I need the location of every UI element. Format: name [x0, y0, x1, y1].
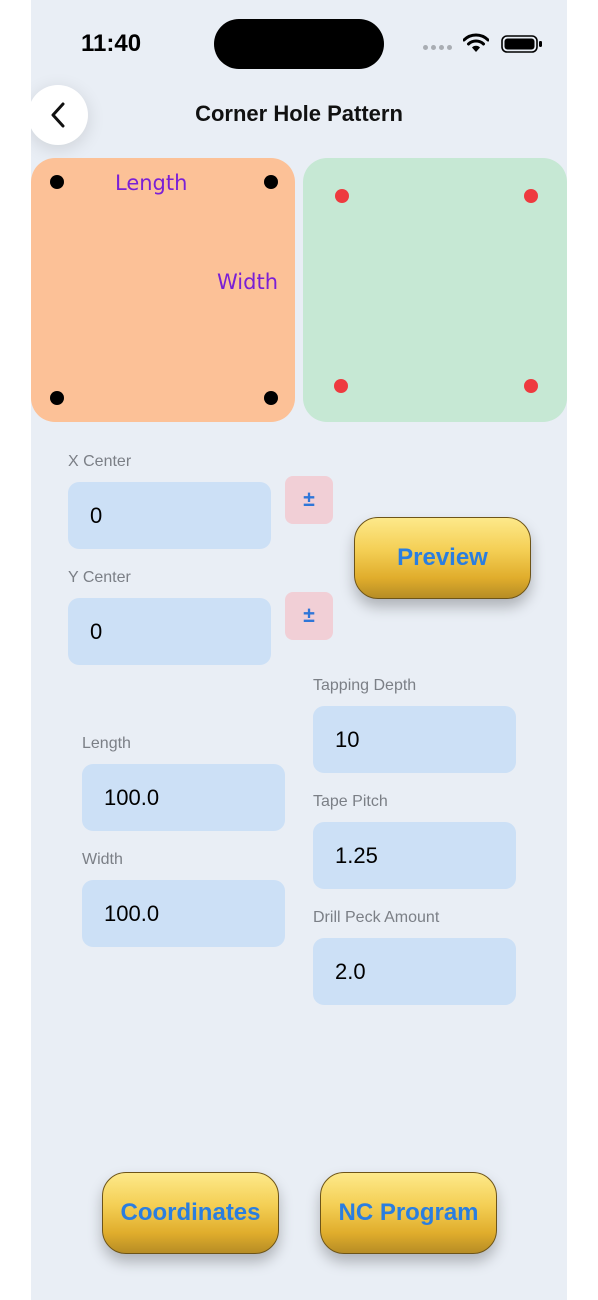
- x-center-sign-toggle[interactable]: ±: [285, 476, 333, 524]
- app-screen: 11:40 Corner Hole Pattern Length Width X: [31, 0, 567, 1300]
- width-label: Width: [217, 270, 279, 294]
- page-title: Corner Hole Pattern: [195, 101, 403, 126]
- dynamic-island: [214, 19, 384, 69]
- width-field-label: Width: [82, 851, 123, 868]
- corner-hole: [50, 391, 64, 405]
- corner-hole: [264, 175, 278, 189]
- status-time: 11:40: [81, 30, 142, 57]
- length-field-label: Length: [82, 735, 131, 752]
- length-input[interactable]: 100.0: [82, 764, 285, 831]
- tapping-depth-input[interactable]: 10: [313, 706, 516, 773]
- drill-peck-amount-label: Drill Peck Amount: [313, 909, 440, 926]
- cellular-signal-icon: [423, 45, 452, 50]
- tapping-depth-label: Tapping Depth: [313, 677, 417, 694]
- y-center-input[interactable]: 0: [68, 598, 271, 665]
- hole-marker: [524, 189, 538, 203]
- coordinates-button[interactable]: Coordinates: [102, 1172, 279, 1254]
- length-label: Length: [115, 171, 188, 195]
- pattern-diagram-preview: [303, 158, 567, 422]
- preview-button[interactable]: Preview: [354, 517, 531, 599]
- y-center-label: Y Center: [68, 569, 131, 586]
- width-input[interactable]: 100.0: [82, 880, 285, 947]
- x-center-label: X Center: [68, 453, 132, 470]
- battery-icon: [501, 35, 542, 53]
- corner-hole: [50, 175, 64, 189]
- hole-marker: [524, 379, 538, 393]
- hole-marker: [335, 189, 349, 203]
- hole-marker: [334, 379, 348, 393]
- drill-peck-amount-input[interactable]: 2.0: [313, 938, 516, 1005]
- tape-pitch-label: Tape Pitch: [313, 793, 388, 810]
- x-center-input[interactable]: 0: [68, 482, 271, 549]
- tape-pitch-input[interactable]: 1.25: [313, 822, 516, 889]
- pattern-diagram-dimensions: Length Width: [31, 158, 295, 422]
- corner-hole: [264, 391, 278, 405]
- nc-program-button[interactable]: NC Program: [320, 1172, 497, 1254]
- wifi-icon: [463, 33, 489, 52]
- y-center-sign-toggle[interactable]: ±: [285, 592, 333, 640]
